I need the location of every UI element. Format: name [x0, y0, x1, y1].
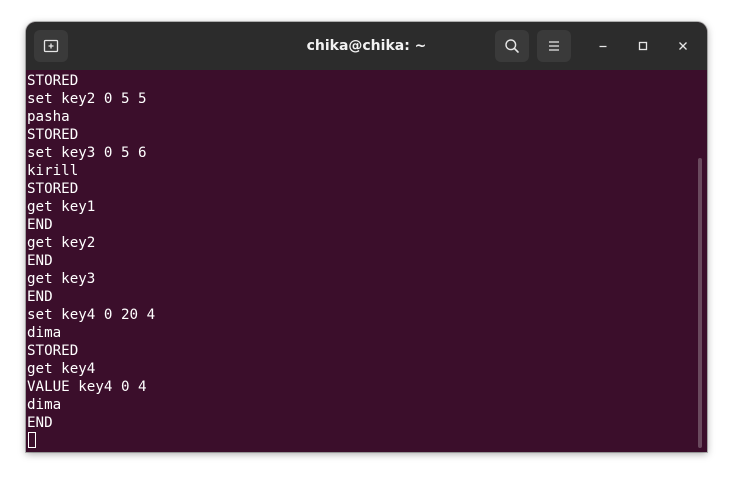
- terminal-line: get key2: [27, 235, 96, 251]
- terminal-line: STORED: [27, 343, 79, 359]
- terminal-window: chika@chika: ~ STORED set key2 0 5 5 pas…: [26, 22, 707, 452]
- terminal-line: STORED: [27, 181, 79, 197]
- new-tab-icon: [43, 39, 59, 53]
- terminal-line: kirill: [27, 163, 79, 179]
- terminal-line: pasha: [27, 109, 70, 125]
- text-cursor: [28, 432, 36, 448]
- terminal-line: END: [27, 217, 53, 233]
- menu-button[interactable]: [537, 30, 571, 62]
- terminal-line: set key4 0 20 4: [27, 307, 156, 323]
- terminal-line: VALUE key4 0 4: [27, 379, 147, 395]
- terminal-line: STORED: [27, 127, 79, 143]
- terminal-line: get key1: [27, 199, 96, 215]
- terminal-lines: STORED set key2 0 5 5 pasha STORED set k…: [27, 72, 155, 450]
- terminal-line: set key3 0 5 6: [27, 145, 147, 161]
- search-button[interactable]: [495, 30, 529, 62]
- terminal-output[interactable]: STORED set key2 0 5 5 pasha STORED set k…: [26, 70, 707, 452]
- maximize-button[interactable]: [632, 35, 654, 57]
- terminal-line: STORED: [27, 73, 79, 89]
- terminal-line: dima: [27, 325, 62, 341]
- scrollbar[interactable]: [698, 158, 702, 448]
- prompt-line[interactable]: [27, 432, 155, 450]
- minimize-button[interactable]: [592, 35, 614, 57]
- terminal-line: END: [27, 253, 53, 269]
- title-bar: chika@chika: ~: [26, 22, 707, 70]
- minimize-icon: [599, 45, 607, 48]
- maximize-icon: [638, 41, 648, 51]
- search-icon: [505, 39, 519, 53]
- close-icon: [679, 42, 687, 50]
- new-tab-button[interactable]: [34, 30, 68, 62]
- terminal-line: get key4: [27, 361, 96, 377]
- terminal-line: END: [27, 415, 53, 431]
- terminal-line: END: [27, 289, 53, 305]
- hamburger-menu-icon: [549, 41, 559, 51]
- close-button[interactable]: [672, 35, 694, 57]
- terminal-line: set key2 0 5 5: [27, 91, 147, 107]
- terminal-line: get key3: [27, 271, 96, 287]
- terminal-line: dima: [27, 397, 62, 413]
